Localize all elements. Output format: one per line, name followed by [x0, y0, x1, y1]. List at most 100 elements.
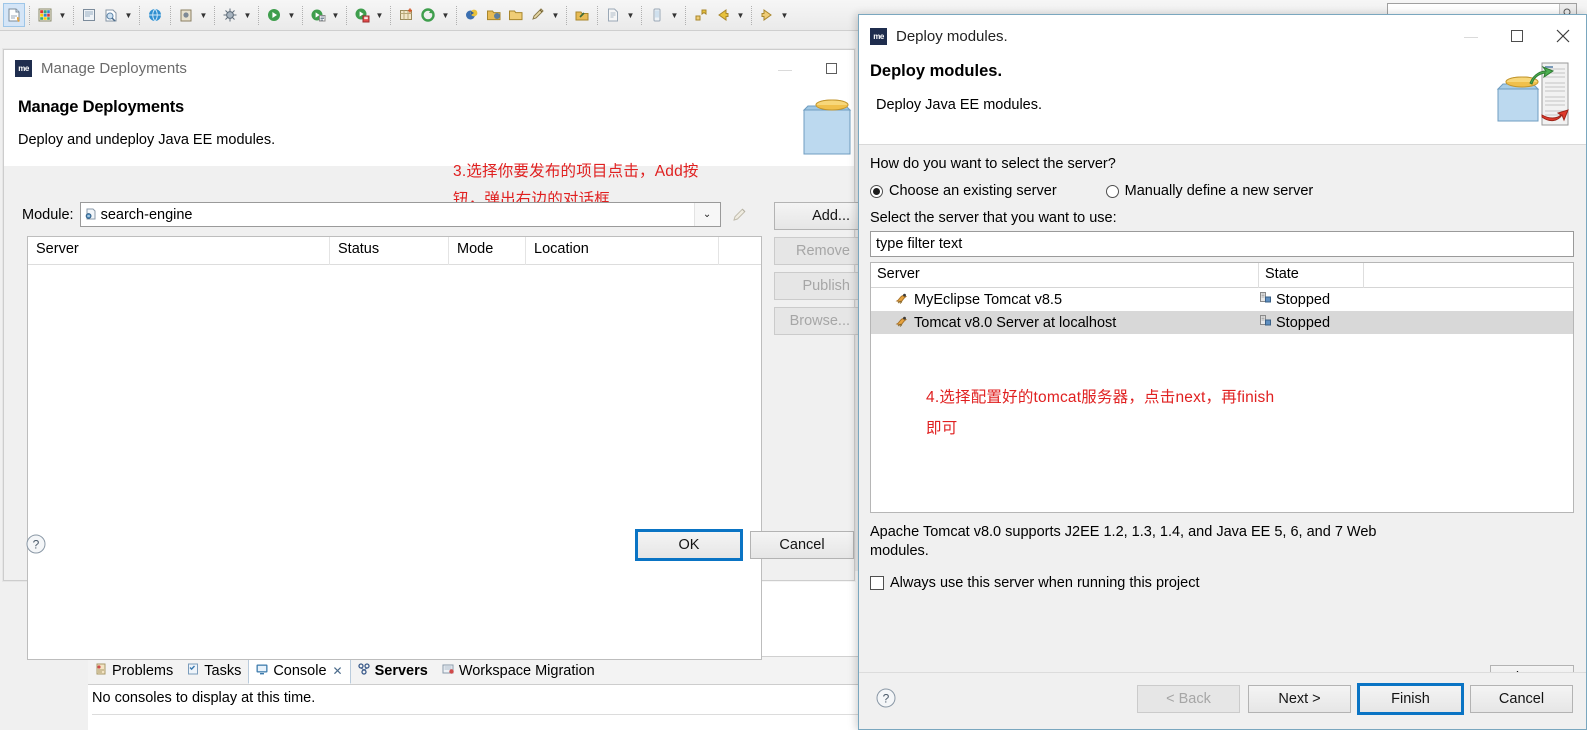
war-module-icon — [84, 206, 98, 224]
server-filter-input[interactable]: type filter text — [870, 231, 1574, 257]
column-header-server[interactable]: Server — [871, 263, 1259, 288]
tab-tasks[interactable]: Tasks — [180, 657, 248, 684]
globe-icon[interactable] — [144, 3, 166, 27]
tab-workspace-migration[interactable]: Workspace Migration — [435, 657, 602, 684]
tab-problems[interactable]: Problems — [88, 657, 180, 684]
list-item[interactable]: MyEclipse Tomcat v8.5 Stopped — [871, 288, 1573, 311]
run-config-icon[interactable] — [307, 3, 329, 27]
close-icon[interactable] — [1540, 21, 1586, 51]
tab-label: Tasks — [204, 662, 242, 679]
open-type-icon[interactable] — [505, 3, 527, 27]
edit-module-icon[interactable] — [728, 203, 752, 227]
deploy-banner-icon — [798, 92, 854, 166]
chevron-down-icon[interactable]: ▼ — [197, 3, 210, 27]
new-ee-project-icon[interactable] — [395, 3, 417, 27]
deploy-dialog-body: How do you want to select the server? Ch… — [859, 145, 1586, 691]
maximize-button[interactable] — [1494, 21, 1540, 51]
console-icon — [255, 662, 269, 680]
new-project-grid-icon[interactable] — [34, 3, 56, 27]
checkbox-icon[interactable] — [870, 576, 884, 590]
tab-servers[interactable]: Servers — [351, 657, 435, 684]
back-button[interactable]: < Back — [1137, 685, 1240, 713]
column-header-server[interactable]: Server — [28, 237, 330, 265]
help-icon[interactable]: ? — [25, 533, 47, 555]
inspect-icon[interactable] — [78, 3, 100, 27]
radio-button-icon[interactable] — [870, 184, 883, 198]
run-icon[interactable] — [263, 3, 285, 27]
chevron-down-icon[interactable]: ▼ — [241, 3, 254, 27]
ok-button[interactable]: OK — [637, 531, 741, 559]
deploy-dialog-titlebar: me Deploy modules. — — [859, 15, 1586, 57]
browse-button[interactable]: Browse... — [774, 307, 860, 335]
column-header-status[interactable]: Status — [330, 237, 449, 265]
toolbar-group-run-config: ▼ — [307, 2, 342, 28]
chevron-down-icon[interactable]: ⌄ — [693, 203, 720, 226]
forward-icon[interactable] — [756, 3, 778, 27]
new-class-icon[interactable] — [100, 3, 122, 27]
deployments-table[interactable]: Server Status Mode Location — [27, 236, 762, 660]
server-name: Tomcat v8.0 Server at localhost — [914, 314, 1117, 331]
previous-annotation-icon[interactable] — [690, 3, 712, 27]
column-header-state[interactable]: State — [1259, 263, 1364, 288]
radio-label: Manually define a new server — [1124, 183, 1314, 199]
chevron-down-icon[interactable]: ▼ — [549, 3, 562, 27]
minimize-button[interactable]: — — [762, 54, 808, 84]
radio-label: Choose an existing server — [889, 183, 1057, 199]
wizard-buttons: < Back Next > Finish Cancel — [1137, 685, 1573, 713]
tab-console[interactable]: Console ✕ — [248, 657, 351, 684]
radio-button-icon[interactable] — [1105, 184, 1119, 198]
toolbar-group-deploy — [571, 2, 593, 28]
remove-button[interactable]: Remove — [774, 237, 860, 265]
minimize-button[interactable]: — — [1448, 21, 1494, 51]
publish-button[interactable]: Publish — [774, 272, 860, 300]
toolbar-separator — [641, 5, 642, 25]
server-list[interactable]: Server State MyEclipse Tomcat v8.5 Stopp… — [870, 262, 1574, 513]
snapshot-icon[interactable] — [175, 3, 197, 27]
maximize-button[interactable] — [808, 54, 854, 84]
refresh-icon[interactable] — [417, 3, 439, 27]
open-folder-icon[interactable] — [483, 3, 505, 27]
column-header-location[interactable]: Location — [526, 237, 719, 265]
list-item[interactable]: Tomcat v8.0 Server at localhost Stopped — [871, 311, 1573, 334]
cancel-button[interactable]: Cancel — [750, 531, 854, 559]
chevron-down-icon[interactable]: ▼ — [329, 3, 342, 27]
help-icon[interactable]: ? — [875, 687, 897, 709]
mobile-icon[interactable] — [646, 3, 668, 27]
chevron-down-icon[interactable]: ▼ — [122, 3, 135, 27]
toolbar-group-web — [144, 2, 166, 28]
deploy-icon[interactable] — [571, 3, 593, 27]
close-icon[interactable]: ✕ — [333, 664, 343, 678]
add-button[interactable]: Add... — [774, 202, 860, 230]
module-combo[interactable]: search-engine ⌄ — [79, 202, 721, 227]
debug-bug-icon[interactable] — [219, 3, 241, 27]
deployment-action-buttons: Add... Remove Publish Browse... — [774, 202, 860, 335]
column-header-mode[interactable]: Mode — [449, 237, 526, 265]
toolbar-separator — [751, 5, 752, 25]
svg-text:?: ? — [33, 538, 40, 552]
dialog-titlebar: me Manage Deployments — — [4, 50, 854, 87]
deploy-banner-icon — [1492, 57, 1580, 141]
cancel-button[interactable]: Cancel — [1470, 685, 1573, 713]
chevron-down-icon[interactable]: ▼ — [668, 3, 681, 27]
toolbar-group-inspect: ▼ — [78, 2, 135, 28]
finish-button[interactable]: Finish — [1359, 685, 1462, 713]
chevron-down-icon[interactable]: ▼ — [778, 3, 791, 27]
tab-label: Problems — [112, 662, 174, 679]
back-icon[interactable] — [712, 3, 734, 27]
chevron-down-icon[interactable]: ▼ — [734, 3, 747, 27]
chevron-down-icon[interactable]: ▼ — [373, 3, 386, 27]
next-button[interactable]: Next > — [1248, 685, 1351, 713]
always-use-server-checkbox-row[interactable]: Always use this server when running this… — [870, 575, 1574, 591]
search-pencil-icon[interactable] — [527, 3, 549, 27]
run-server-icon[interactable] — [351, 3, 373, 27]
toolbar-group-open: ▼ — [461, 2, 562, 28]
chevron-down-icon[interactable]: ▼ — [285, 3, 298, 27]
open-perspective-icon[interactable] — [461, 3, 483, 27]
chevron-down-icon[interactable]: ▼ — [56, 3, 69, 27]
page-icon[interactable] — [602, 3, 624, 27]
new-wizard-icon[interactable] — [3, 3, 25, 27]
radio-manually-define-server[interactable]: Manually define a new server — [1105, 183, 1314, 199]
chevron-down-icon[interactable]: ▼ — [439, 3, 452, 27]
chevron-down-icon[interactable]: ▼ — [624, 3, 637, 27]
radio-choose-existing-server[interactable]: Choose an existing server — [870, 183, 1057, 199]
